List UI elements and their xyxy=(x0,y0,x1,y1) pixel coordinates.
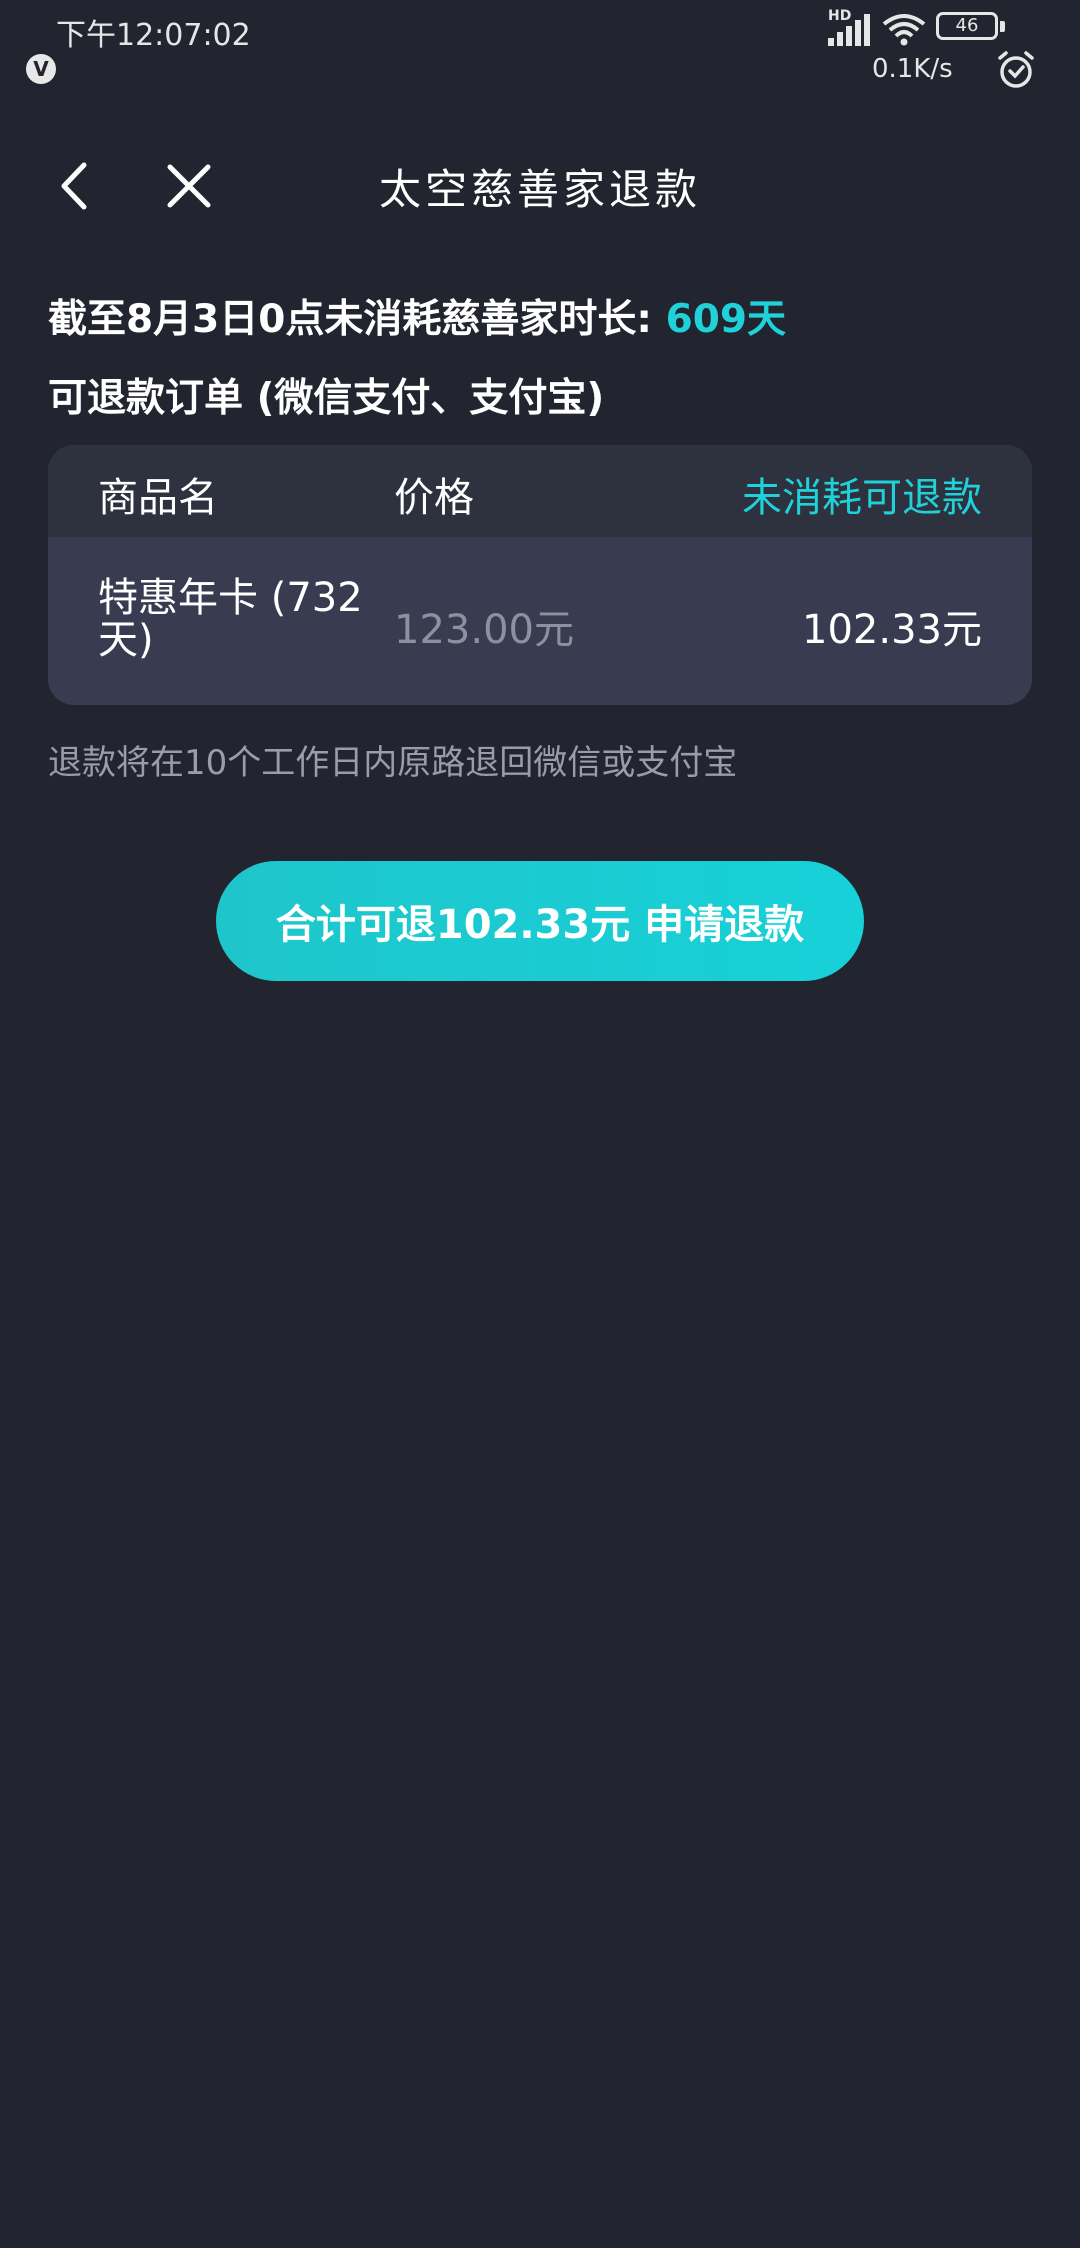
battery-level: 46 xyxy=(955,15,979,36)
network-speed: 0.1K/s xyxy=(872,54,953,84)
back-button[interactable] xyxy=(48,160,98,212)
battery-icon: 46 xyxy=(936,12,998,40)
refund-note: 退款将在10个工作日内原路退回微信或支付宝 xyxy=(48,743,738,783)
column-header-refundable: 未消耗可退款 xyxy=(742,475,982,521)
refundable-orders-title: 可退款订单 (微信支付、支付宝) xyxy=(48,376,605,421)
product-price: 123.00元 xyxy=(394,607,574,653)
column-header-price: 价格 xyxy=(394,475,474,521)
close-button[interactable] xyxy=(162,160,216,212)
navigation-bar: 太空慈善家退款 xyxy=(0,140,1080,230)
table-header: 商品名 价格 未消耗可退款 xyxy=(48,445,1032,537)
status-indicators: HD 46 0.1K/s xyxy=(760,6,1060,96)
summary-label: 截至8月3日0点未消耗慈善家时长: xyxy=(48,297,666,342)
apply-refund-button[interactable]: 合计可退102.33元 申请退款 xyxy=(216,861,864,981)
page-title: 太空慈善家退款 xyxy=(378,165,701,214)
status-time: 下午12:07:02 xyxy=(56,18,251,53)
unconsumed-duration-summary: 截至8月3日0点未消耗慈善家时长: 609天 xyxy=(48,288,786,344)
table-row: 特惠年卡 (732天) 123.00元 102.33元 xyxy=(48,537,1032,705)
product-name: 特惠年卡 (732天) xyxy=(98,575,363,663)
signal-icon xyxy=(828,14,870,46)
unconsumed-days-value: 609天 xyxy=(665,297,787,342)
column-header-name: 商品名 xyxy=(98,475,218,521)
order-table: 商品名 价格 未消耗可退款 特惠年卡 (732天) 123.00元 102.33… xyxy=(48,445,1032,705)
refundable-amount: 102.33元 xyxy=(802,607,982,653)
wifi-icon xyxy=(882,14,926,46)
chevron-left-icon xyxy=(61,162,87,210)
battery-tip xyxy=(1000,21,1005,32)
alarm-icon xyxy=(998,51,1034,88)
carrier-badge-icon: V xyxy=(26,54,56,84)
status-bar: 下午12:07:02 V HD 46 0.1K/s xyxy=(0,0,1080,100)
close-icon xyxy=(167,164,211,208)
